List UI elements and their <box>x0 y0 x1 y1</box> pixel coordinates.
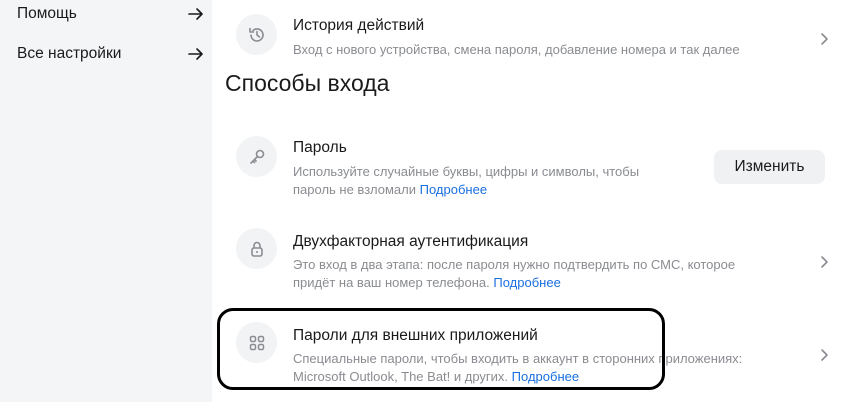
app-passwords-title: Пароли для внешних приложений <box>293 327 538 344</box>
two-factor-row[interactable]: Двухфакторная аутентификация Это вход в … <box>236 225 836 295</box>
arrow-right-icon <box>188 48 203 60</box>
two-factor-title: Двухфакторная аутентификация <box>293 233 529 250</box>
sidebar-item-label: Все настройки <box>17 45 122 62</box>
history-icon <box>236 14 277 55</box>
chevron-right-icon <box>821 33 828 45</box>
app-passwords-more-link[interactable]: Подробнее <box>512 369 579 384</box>
sidebar-item-help[interactable]: Помощь <box>17 2 207 26</box>
chevron-right-icon <box>821 256 828 268</box>
sidebar: Помощь Все настройки <box>0 0 212 402</box>
history-title: История действий <box>293 17 425 34</box>
arrow-right-icon <box>188 8 203 20</box>
sidebar-item-label: Помощь <box>17 5 77 22</box>
two-factor-desc: Это вход в два этапа: после пароля нужно… <box>293 257 736 290</box>
section-title: Способы входа <box>225 70 390 96</box>
password-more-link[interactable]: Подробнее <box>420 182 487 197</box>
chevron-right-icon <box>821 349 828 361</box>
two-factor-more-link[interactable]: Подробнее <box>493 275 560 290</box>
app-passwords-row[interactable]: Пароли для внешних приложений Специальны… <box>236 320 836 390</box>
password-desc: Используйте случайные буквы, цифры и сим… <box>293 164 640 197</box>
history-desc: Вход с нового устройства, смена пароля, … <box>293 42 740 57</box>
main-content: История действий Вход с нового устройств… <box>212 0 843 402</box>
key-icon <box>236 136 277 177</box>
app-passwords-desc: Специальные пароли, чтобы входить в акка… <box>293 351 743 384</box>
lock-icon <box>236 228 277 269</box>
history-row[interactable]: История действий Вход с нового устройств… <box>236 0 836 60</box>
password-title: Пароль <box>293 139 347 156</box>
apps-grid-icon <box>236 322 277 363</box>
sidebar-item-all-settings[interactable]: Все настройки <box>17 42 207 66</box>
change-password-button[interactable]: Изменить <box>714 150 825 184</box>
